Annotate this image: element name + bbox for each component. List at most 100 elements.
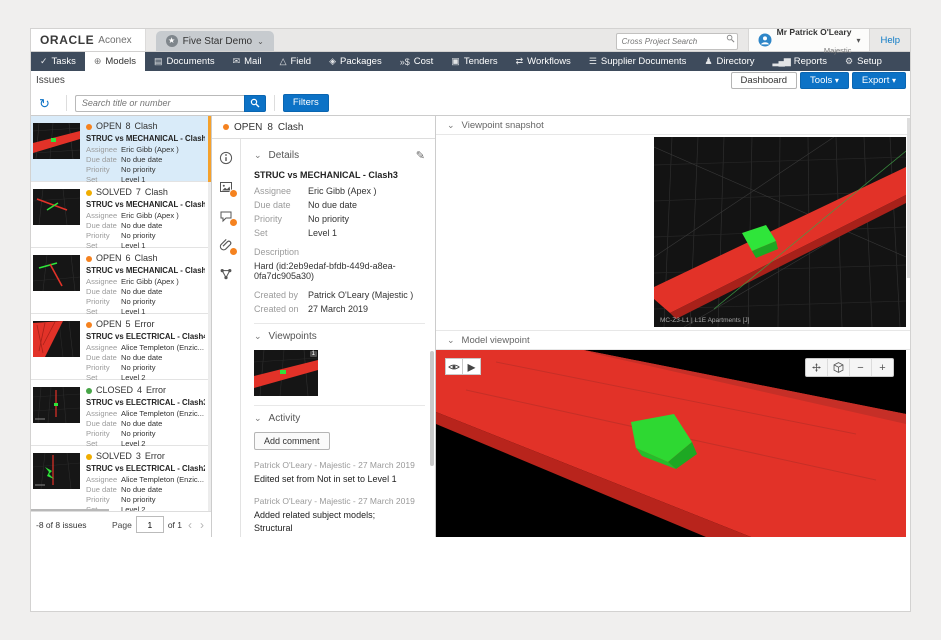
viewpoint-snapshot-image[interactable]: MC-Z3-L1 | L1E Apartments [J] — [654, 137, 906, 327]
issue-thumbnail — [33, 189, 80, 225]
next-page-icon[interactable]: › — [198, 519, 206, 531]
divider — [254, 323, 425, 324]
status-text: SOLVED — [96, 187, 132, 199]
badge — [229, 247, 238, 256]
nav-item-tasks[interactable]: ✓Tasks — [31, 52, 85, 71]
nav-item-workflows[interactable]: ⇄Workflows — [507, 52, 580, 71]
detail-assignee: Eric Gibb (Apex ) — [308, 186, 377, 196]
viewpoint-thumbnail-image — [254, 350, 318, 396]
model-viewer-scene — [436, 350, 906, 537]
nav-item-mail[interactable]: ✉Mail — [224, 52, 271, 71]
field-icon: △ — [280, 56, 287, 67]
status-text: OPEN — [96, 319, 122, 331]
page-label: Page — [112, 520, 132, 530]
app-window: ORACLE Aconex ★ Five Star Demo ⌄ Mr Patr… — [30, 28, 911, 612]
issue-type: Error — [146, 385, 166, 397]
issue-number: 3 — [136, 451, 141, 463]
status-text: OPEN — [96, 253, 122, 265]
model-viewer[interactable]: ▸ − + — [436, 350, 906, 537]
relations-icon[interactable] — [219, 267, 233, 281]
issue-card-info: OPEN6Clash STRUC vs MECHANICAL - Clash1 … — [86, 253, 205, 313]
user-menu[interactable]: Mr Patrick O'Leary Majestic ▾ — [748, 29, 871, 51]
filters-button[interactable]: Filters — [283, 94, 329, 111]
badge — [229, 189, 238, 198]
info-icon[interactable] — [219, 151, 233, 165]
nav-item-cost[interactable]: »$Cost — [391, 52, 443, 71]
scrollbar-thumb[interactable] — [208, 116, 211, 182]
tools-button[interactable]: Tools ▾ — [800, 72, 849, 89]
reports-icon: ▂▄▆ — [773, 56, 790, 67]
nav-item-documents[interactable]: ▤Documents — [145, 52, 224, 71]
scrollbar-thumb[interactable] — [907, 118, 910, 278]
viewpoint-thumbnail[interactable]: 1 — [254, 350, 318, 396]
chevron-down-icon: ▾ — [892, 76, 896, 85]
issue-card[interactable]: SOLVED3Error STRUC vs ELECTRICAL - Clash… — [31, 446, 211, 512]
viewpoint-snapshot-header[interactable]: ⌄ Viewpoint snapshot — [436, 116, 910, 135]
issue-number: 7 — [136, 187, 141, 199]
pan-icon[interactable] — [806, 359, 827, 376]
issue-card[interactable]: OPEN8Clash STRUC vs MECHANICAL - Clash3 … — [31, 116, 211, 182]
activity-section-header[interactable]: ⌄ Activity — [254, 413, 425, 424]
project-selector-label: Five Star Demo — [183, 36, 252, 47]
details-section-header[interactable]: ⌄ Details ✎ — [254, 149, 425, 162]
viewpoints-section-header[interactable]: ⌄ Viewpoints — [254, 331, 425, 342]
status-text: CLOSED — [96, 385, 133, 397]
status-text: OPEN — [96, 121, 122, 133]
eye-icon[interactable] — [445, 358, 463, 375]
issue-card-info: SOLVED3Error STRUC vs ELECTRICAL - Clash… — [86, 451, 205, 511]
chevron-down-icon: ▾ — [835, 76, 839, 85]
viewpoints-icon[interactable] — [219, 180, 233, 194]
attachments-icon[interactable] — [219, 238, 233, 252]
play-icon[interactable]: ▸ — [463, 358, 481, 375]
nav-item-supplier-documents[interactable]: ☰Supplier Documents — [580, 52, 696, 71]
issue-card[interactable]: CLOSED4Error STRUC vs ELECTRICAL - Clash… — [31, 380, 211, 446]
edit-pencil-icon[interactable]: ✎ — [416, 149, 425, 162]
nav-item-setup[interactable]: ⚙Setup — [836, 52, 891, 71]
oracle-logo-text: ORACLE — [40, 33, 94, 47]
prev-page-icon[interactable]: ‹ — [186, 519, 194, 531]
divider — [274, 95, 275, 111]
export-button[interactable]: Export ▾ — [852, 72, 906, 89]
cross-project-search-input[interactable] — [616, 33, 738, 50]
orbit-cube-icon[interactable] — [827, 359, 849, 376]
scrollbar-thumb[interactable] — [430, 351, 434, 466]
issue-card[interactable]: OPEN6Clash STRUC vs MECHANICAL - Clash1 … — [31, 248, 211, 314]
refresh-icon[interactable]: ↻ — [39, 97, 50, 110]
search-button[interactable] — [244, 95, 266, 112]
comments-icon[interactable] — [219, 209, 233, 223]
main-nav: ✓Tasks ⊕Models ▤Documents ✉Mail △Field ◈… — [31, 52, 910, 71]
nav-item-models[interactable]: ⊕Models — [85, 52, 145, 71]
viewpoints-section-label: Viewpoints — [269, 331, 317, 342]
model-viewpoint-header[interactable]: ⌄ Model viewpoint — [436, 331, 910, 350]
issue-type: Error — [145, 451, 165, 463]
status-dot — [86, 124, 92, 130]
issue-card[interactable]: SOLVED7Clash STRUC vs MECHANICAL - Clash… — [31, 182, 211, 248]
page-header-row: Issues Dashboard Tools ▾ Export ▾ — [31, 71, 910, 90]
chevron-down-icon: ⌄ — [254, 331, 262, 342]
issue-search-input[interactable] — [75, 95, 244, 112]
add-comment-button[interactable]: Add comment — [254, 432, 330, 450]
project-selector[interactable]: ★ Five Star Demo ⌄ — [156, 31, 274, 51]
page-input[interactable] — [136, 516, 164, 533]
issue-card[interactable]: OPEN5Error STRUC vs ELECTRICAL - Clash4 … — [31, 314, 211, 380]
issue-list-panel: OPEN8Clash STRUC vs MECHANICAL - Clash3 … — [31, 116, 212, 537]
detail-type: Clash — [278, 122, 304, 133]
search-icon[interactable] — [726, 34, 735, 43]
zoom-out-icon[interactable]: − — [849, 359, 871, 376]
zoom-in-icon[interactable]: + — [871, 359, 893, 376]
list-toolbar: ↻ Filters — [31, 90, 910, 116]
nav-item-tenders[interactable]: ▣Tenders — [442, 52, 506, 71]
nav-item-packages[interactable]: ◈Packages — [320, 52, 391, 71]
main-panels: OPEN8Clash STRUC vs MECHANICAL - Clash3 … — [31, 115, 910, 537]
help-link[interactable]: Help — [870, 35, 910, 46]
search-icon — [250, 98, 260, 108]
nav-item-reports[interactable]: ▂▄▆Reports — [764, 52, 837, 71]
issue-thumbnail — [33, 453, 80, 489]
issue-title: STRUC vs ELECTRICAL - Clash4 — [86, 332, 205, 341]
nav-item-field[interactable]: △Field — [271, 52, 321, 71]
dashboard-button[interactable]: Dashboard — [731, 72, 797, 89]
viewpoint-panel: ⌄ Viewpoint snapshot — [436, 116, 910, 537]
issue-title: STRUC vs MECHANICAL - Clash3 — [86, 134, 205, 143]
nav-item-directory[interactable]: ♟Directory — [695, 52, 763, 71]
issue-thumbnail — [33, 387, 80, 423]
